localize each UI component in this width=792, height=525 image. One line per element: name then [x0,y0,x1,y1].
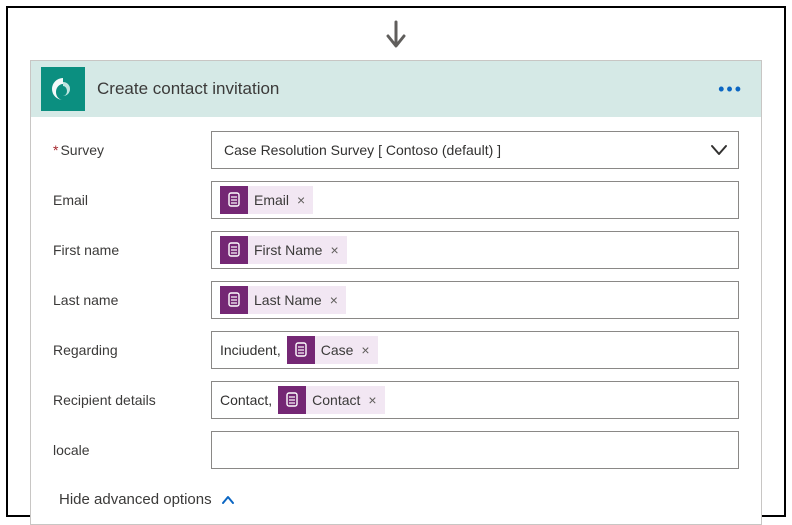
entity-icon [220,236,248,264]
recipient-lead-text: Contact, [220,392,272,408]
hide-advanced-options-toggle[interactable]: Hide advanced options [31,485,761,524]
arrow-down-icon [383,20,409,52]
field-label-text: Survey [60,142,104,158]
entity-icon [220,286,248,314]
connector-logo [41,67,85,111]
survey-select-value: Case Resolution Survey [ Contoso (defaul… [220,142,501,158]
field-row-locale: locale [53,431,739,469]
token-case[interactable]: Case × [287,336,378,364]
field-row-recipient-details: Recipient details Contact, Contact × [53,381,739,419]
token-remove-button[interactable]: × [297,192,305,208]
action-card: Create contact invitation ••• *Survey Ca… [30,60,762,525]
required-asterisk: * [53,142,58,158]
chevron-down-icon [708,139,730,161]
card-menu-button[interactable]: ••• [710,79,751,100]
entity-icon [220,186,248,214]
action-card-title: Create contact invitation [97,79,710,99]
token-email[interactable]: Email × [220,186,313,214]
card-frame: Create contact invitation ••• *Survey Ca… [6,6,786,517]
action-card-header[interactable]: Create contact invitation ••• [31,61,761,117]
chevron-up-icon [220,492,236,508]
regarding-input[interactable]: Inciudent, Case × [211,331,739,369]
field-row-email: Email Email × [53,181,739,219]
regarding-lead-text: Inciudent, [220,342,281,358]
field-row-first-name: First name First Name × [53,231,739,269]
token-label: Last Name [254,292,322,308]
token-first-name[interactable]: First Name × [220,236,347,264]
token-label: Case [321,342,354,358]
field-row-last-name: Last name Last Name × [53,281,739,319]
token-remove-button[interactable]: × [361,342,369,358]
customer-voice-icon [48,74,78,104]
flow-connector-arrow [8,8,784,52]
token-remove-button[interactable]: × [368,392,376,408]
locale-input[interactable] [211,431,739,469]
field-label-email: Email [53,192,211,208]
field-label-last-name: Last name [53,292,211,308]
field-label-first-name: First name [53,242,211,258]
entity-icon [287,336,315,364]
token-label: First Name [254,242,322,258]
token-remove-button[interactable]: × [330,242,338,258]
recipient-details-input[interactable]: Contact, Contact × [211,381,739,419]
survey-select[interactable]: Case Resolution Survey [ Contoso (defaul… [211,131,739,169]
field-row-regarding: Regarding Inciudent, Case × [53,331,739,369]
entity-icon [278,386,306,414]
field-label-regarding: Regarding [53,342,211,358]
first-name-input[interactable]: First Name × [211,231,739,269]
last-name-input[interactable]: Last Name × [211,281,739,319]
field-label-survey: *Survey [53,142,211,158]
email-input[interactable]: Email × [211,181,739,219]
token-remove-button[interactable]: × [330,292,338,308]
field-label-locale: locale [53,442,211,458]
advanced-toggle-label: Hide advanced options [59,491,212,508]
field-label-recipient-details: Recipient details [53,392,211,408]
token-last-name[interactable]: Last Name × [220,286,346,314]
token-label: Contact [312,392,360,408]
token-label: Email [254,192,289,208]
token-contact[interactable]: Contact × [278,386,384,414]
field-row-survey: *Survey Case Resolution Survey [ Contoso… [53,131,739,169]
action-card-body: *Survey Case Resolution Survey [ Contoso… [31,117,761,485]
